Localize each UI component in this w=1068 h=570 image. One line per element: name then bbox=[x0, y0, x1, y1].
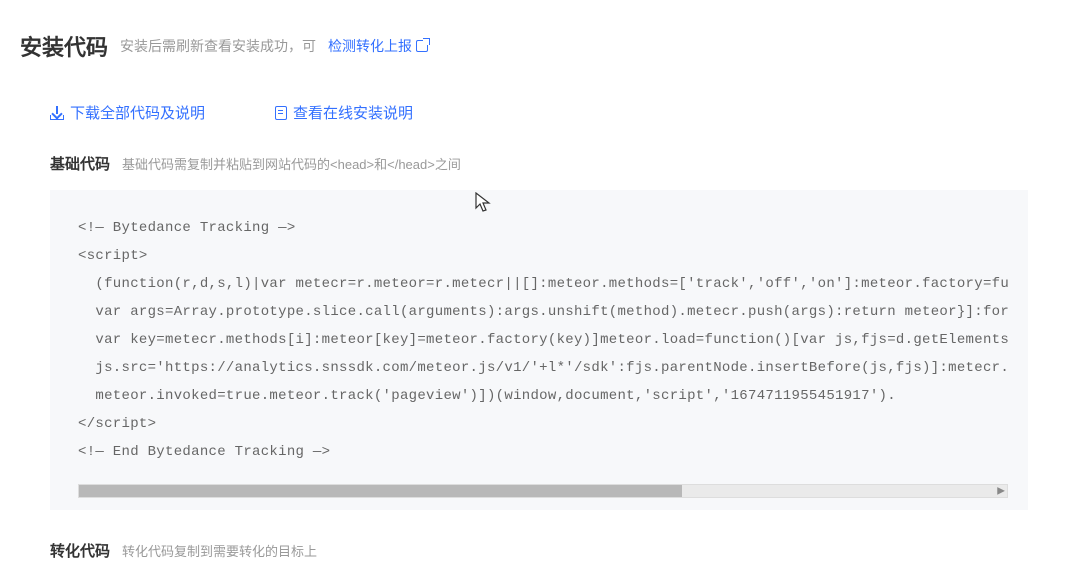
scrollbar-thumb[interactable] bbox=[79, 485, 682, 497]
external-link-icon bbox=[416, 40, 428, 52]
base-code-section-header: 基础代码 基础代码需复制并粘贴到网站代码的<head>和</head>之间 bbox=[50, 153, 1048, 174]
code-block: <!— Bytedance Tracking —> <script> (func… bbox=[50, 190, 1028, 510]
download-icon bbox=[50, 106, 64, 120]
convert-code-title: 转化代码 bbox=[50, 540, 110, 561]
page-subtitle: 安装后需刷新查看安装成功，可 bbox=[120, 36, 316, 56]
convert-code-section-header: 转化代码 转化代码复制到需要转化的目标上 bbox=[50, 540, 1048, 561]
verify-link[interactable]: 检测转化上报 bbox=[328, 36, 428, 56]
convert-code-desc: 转化代码复制到需要转化的目标上 bbox=[122, 541, 317, 560]
scroll-right-arrow[interactable]: ▶ bbox=[997, 486, 1005, 497]
code-content[interactable]: <!— Bytedance Tracking —> <script> (func… bbox=[78, 214, 1008, 466]
base-code-title: 基础代码 bbox=[50, 153, 110, 174]
download-code-label: 下载全部代码及说明 bbox=[70, 102, 205, 123]
horizontal-scrollbar[interactable]: ◀ ▶ bbox=[78, 484, 1008, 498]
view-doc-label: 查看在线安装说明 bbox=[293, 102, 413, 123]
document-icon bbox=[275, 106, 287, 120]
verify-link-label: 检测转化上报 bbox=[328, 36, 412, 56]
page-title: 安装代码 bbox=[20, 30, 108, 62]
base-code-desc: 基础代码需复制并粘贴到网站代码的<head>和</head>之间 bbox=[122, 154, 461, 173]
download-code-link[interactable]: 下载全部代码及说明 bbox=[50, 102, 205, 123]
action-links-row: 下载全部代码及说明 查看在线安装说明 bbox=[50, 102, 1048, 123]
page-header: 安装代码 安装后需刷新查看安装成功，可 检测转化上报 bbox=[20, 30, 1048, 62]
view-doc-link[interactable]: 查看在线安装说明 bbox=[275, 102, 413, 123]
